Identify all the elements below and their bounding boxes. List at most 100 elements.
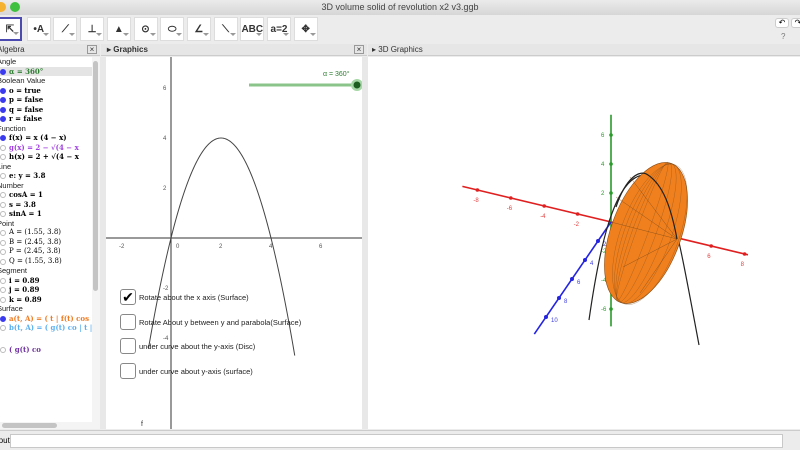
algebra-item-text: B = (2.45, 3.8) [9, 237, 62, 246]
algebra-item-text: o = true [9, 85, 41, 95]
algebra-item[interactable]: f(x) = x (4 − x) [0, 133, 92, 143]
visibility-toggle[interactable] [0, 116, 6, 122]
visibility-toggle[interactable] [0, 201, 6, 208]
z-tick-label: 4 [601, 162, 605, 168]
visibility-toggle[interactable] [0, 211, 6, 217]
close-graphics-button[interactable]: × [354, 45, 364, 54]
visibility-toggle[interactable] [0, 249, 6, 255]
algebra-item[interactable]: h(x) = 2 + √(4 − x [0, 152, 92, 162]
algebra-item-text: Q = (1.55, 3.8) [9, 256, 62, 265]
help-button[interactable]: ? [781, 32, 785, 41]
algebra-scrollbar[interactable] [92, 57, 100, 429]
close-algebra-button[interactable]: × [87, 45, 97, 54]
move-tool-button[interactable]: ⇱ [0, 17, 22, 41]
y-tick-label: 6 [577, 280, 581, 286]
algebra-item[interactable]: A = (1.55, 3.8) [0, 228, 92, 238]
zoom-button[interactable] [10, 2, 20, 12]
algebra-item-text: a(t, A) = ( t | f(t) cos | f(t) sin [9, 313, 92, 323]
undo-button[interactable]: ↶ [775, 18, 789, 28]
checkbox[interactable] [120, 338, 136, 355]
visibility-toggle[interactable] [0, 97, 6, 103]
algebra-item[interactable]: i = 0.89 [0, 276, 92, 286]
checkbox[interactable] [120, 363, 136, 380]
y-tick-label: 10 [551, 318, 558, 324]
visibility-toggle[interactable] [0, 346, 6, 353]
algebra-category: Point [0, 218, 15, 228]
x-tick-label: 6 [707, 254, 711, 260]
algebra-item[interactable]: e: y = 3.8 [0, 171, 92, 181]
visibility-toggle[interactable] [0, 173, 6, 179]
algebra-item[interactable]: ( g(t) co [0, 333, 92, 367]
circle-tool-button[interactable]: ⊙ [133, 17, 158, 41]
algebra-item[interactable]: r = false [0, 114, 92, 124]
y-tick-label: -2 [163, 286, 169, 292]
algebra-item[interactable]: α = 360° [0, 66, 92, 76]
curve-label: f [141, 421, 143, 428]
algebra-item[interactable]: s = 3.8 [0, 200, 92, 210]
algebra-item[interactable]: P = (2.45, 3.8) [0, 247, 92, 257]
checkbox-label[interactable]: Rotate About y between y and parabola(Su… [139, 318, 301, 327]
visibility-toggle[interactable] [0, 154, 6, 160]
algebra-item[interactable]: Q = (1.55, 3.8) [0, 257, 92, 267]
graphics3d-canvas[interactable]: -8-6-4-268642-2-4-6246810 [368, 57, 800, 429]
visibility-toggle[interactable] [0, 325, 6, 331]
y-tick-label: 8 [564, 299, 568, 305]
algebra-item[interactable]: g(x) = 2 − √(4 − x [0, 143, 92, 153]
angle-tool-button[interactable]: ∠ [186, 17, 211, 41]
checkbox[interactable]: ✔ [120, 289, 136, 305]
visibility-toggle[interactable] [0, 87, 6, 94]
move-graphics-tool-icon: ✥ [301, 23, 310, 35]
visibility-toggle[interactable] [0, 106, 6, 113]
visibility-toggle[interactable] [0, 239, 6, 246]
minimize-button[interactable] [0, 2, 6, 12]
checkbox-label[interactable]: Rotate about the x axis (Surface) [139, 293, 249, 302]
algebra-item-text: k = 0.89 [9, 294, 42, 304]
checkbox-label[interactable]: under curve about the y-axis (Disc) [139, 342, 255, 351]
checkbox-label[interactable]: under curve about y-axis (surface) [139, 367, 253, 376]
algebra-item[interactable]: k = 0.89 [0, 295, 92, 305]
algebra-item-text: i = 0.89 [9, 275, 40, 285]
x-tick-label: -6 [507, 206, 513, 212]
visibility-toggle[interactable] [0, 68, 6, 75]
input-field[interactable] [10, 434, 783, 448]
algebra-item[interactable]: o = true [0, 86, 92, 96]
x-tick [575, 212, 580, 216]
visibility-toggle[interactable] [0, 144, 6, 151]
y-tick-label: 4 [590, 261, 594, 267]
algebra-item[interactable]: B = (2.45, 3.8) [0, 238, 92, 248]
panel-divider[interactable] [100, 57, 106, 429]
y-tick [557, 296, 561, 300]
algebra-item[interactable]: p = false [0, 95, 92, 105]
algebra-item[interactable]: sinA = 1 [0, 209, 92, 219]
visibility-toggle[interactable] [0, 296, 6, 303]
title-bar: 3D volume solid of revolution x2 v3.ggb [0, 0, 800, 15]
visibility-toggle[interactable] [0, 258, 6, 265]
polygon-tool-button[interactable]: ▲ [106, 17, 131, 41]
algebra-item[interactable]: cosA = 1 [0, 190, 92, 200]
visibility-toggle[interactable] [0, 230, 6, 236]
reflect-tool-button[interactable]: ⟍ [213, 17, 238, 41]
visibility-toggle[interactable] [0, 135, 6, 141]
algebra-item[interactable]: b(t, A) = ( g(t) co | t | g(t) si [0, 323, 92, 333]
visibility-toggle[interactable] [0, 192, 6, 198]
slider-tool-button[interactable]: a=2 [267, 17, 291, 41]
algebra-item[interactable]: j = 0.89 [0, 285, 92, 295]
checkbox[interactable] [120, 313, 136, 330]
line-tool-button[interactable]: ⟋ [53, 17, 78, 41]
y-tick-label: 6 [163, 86, 167, 92]
algebra-item[interactable]: q = false [0, 105, 92, 115]
algebra-hscrollbar[interactable] [0, 422, 92, 429]
z-tick [609, 307, 613, 311]
graphics3d-view[interactable]: -8 -6 -4 -2 6 8 6 4 2 -2 -4 -6 2 4 6 8 10 [368, 57, 800, 429]
visibility-toggle[interactable] [0, 287, 6, 293]
move-graphics-tool-button[interactable]: ✥ [293, 17, 318, 41]
perpendicular-tool-button[interactable]: ⊥ [80, 17, 105, 41]
ellipse-tool-button[interactable]: ⬭ [160, 17, 185, 41]
visibility-toggle[interactable] [0, 315, 6, 322]
algebra-item[interactable]: a(t, A) = ( t | f(t) cos | f(t) sin [0, 314, 92, 324]
y-tick [583, 258, 587, 262]
redo-button[interactable]: ↷ [791, 18, 800, 28]
point-tool-button[interactable]: •A [26, 17, 51, 41]
text-tool-button[interactable]: ABC [240, 17, 265, 41]
visibility-toggle[interactable] [0, 277, 6, 284]
